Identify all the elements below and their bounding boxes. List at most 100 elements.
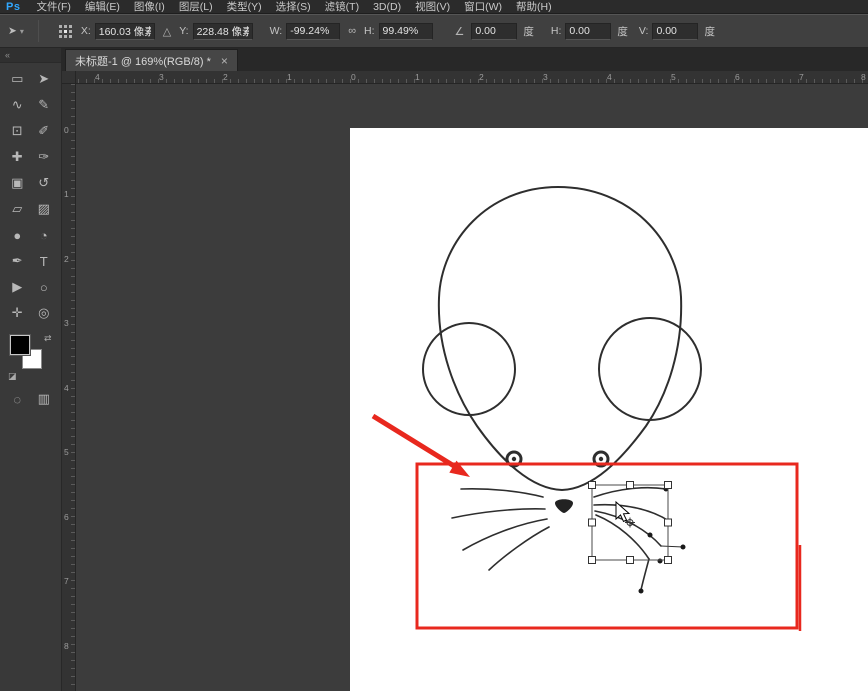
horizontal-ruler[interactable]: 4321012345678	[62, 71, 868, 84]
vertical-skew-input[interactable]	[652, 23, 698, 40]
x-position-input[interactable]	[95, 23, 155, 40]
history-brush-tool[interactable]: ↺	[31, 170, 58, 196]
x-position-group: X:	[81, 23, 155, 40]
rectangular-marquee-tool[interactable]: ▭	[4, 66, 31, 92]
h-ruler-label: 3	[543, 72, 548, 82]
transform-handle-w[interactable]	[589, 519, 596, 526]
document-tab-title: 未标题-1 @ 169%(RGB/8) *	[75, 53, 211, 69]
y-position-input[interactable]	[193, 23, 253, 40]
path-selection-tool[interactable]: ▶	[4, 274, 31, 300]
move-tool[interactable]: ➤	[31, 66, 58, 92]
v-ruler-label: 4	[64, 383, 69, 393]
h-ruler-label: 2	[479, 72, 484, 82]
tool-preset-picker[interactable]: ➤ ▾	[0, 25, 32, 37]
eyedropper-tool[interactable]: ✐	[31, 118, 58, 144]
relative-position-delta-icon[interactable]: △	[160, 25, 174, 38]
hand-tool[interactable]: ✛	[4, 300, 31, 326]
swap-colors-icon[interactable]: ⇄	[44, 333, 52, 344]
transform-handle-n[interactable]	[627, 482, 634, 489]
menu-item-9[interactable]: 视图(V)	[408, 0, 457, 14]
blur-tool[interactable]: ●	[4, 222, 31, 248]
h-ruler-label: 5	[671, 72, 676, 82]
horizontal-type-tool[interactable]: T	[31, 248, 58, 274]
dodge-tool[interactable]: ◔	[31, 222, 58, 248]
horizontal-skew-input[interactable]	[565, 23, 611, 40]
toolbox-collapse-chevron[interactable]: «	[0, 48, 61, 63]
menu-item-6[interactable]: 选择(S)	[269, 0, 318, 14]
h-ruler-label: 4	[607, 72, 612, 82]
w-label: W:	[270, 25, 283, 37]
transform-handle-sw[interactable]	[589, 557, 596, 564]
crop-tool[interactable]: ⊡	[4, 118, 31, 144]
height-group: H:	[364, 23, 433, 40]
h-ruler-label: 4	[95, 72, 100, 82]
gradient-tool[interactable]: ▨	[31, 196, 58, 222]
toolbox-bottom: ◌▥	[0, 383, 61, 415]
rotation-unit-label: 度	[523, 24, 534, 39]
default-colors-icon[interactable]: ◪	[8, 371, 17, 382]
rotation-angle-input[interactable]	[471, 23, 517, 40]
spot-healing-brush-tool[interactable]: ✚	[4, 144, 31, 170]
menu-item-5[interactable]: 类型(Y)	[220, 0, 269, 14]
menu-item-1[interactable]: 文件(F)	[29, 0, 77, 14]
h-ruler-label: 7	[799, 72, 804, 82]
h-ruler-label: 1	[415, 72, 420, 82]
pen-tool[interactable]: ✒	[4, 248, 31, 274]
v-skew-label: V:	[639, 25, 649, 37]
v-skew-unit-label: 度	[704, 24, 715, 39]
menu-item-2[interactable]: 编辑(E)	[78, 0, 127, 14]
rotation-group: ∠ 度	[452, 23, 534, 40]
menu-item-3[interactable]: 图像(I)	[127, 0, 172, 14]
h-label: H:	[364, 25, 375, 37]
v-ruler-label: 3	[64, 318, 69, 328]
menu-item-11[interactable]: 帮助(H)	[509, 0, 559, 14]
canvas-viewport[interactable]	[0, 0, 868, 691]
separator	[38, 20, 39, 42]
y-label: Y:	[179, 25, 188, 37]
document-tab-bar: 未标题-1 @ 169%(RGB/8) * ×	[62, 48, 868, 71]
h-ruler-label: 3	[159, 72, 164, 82]
menu-item-10[interactable]: 窗口(W)	[457, 0, 509, 14]
color-swatches: ⇄ ◪	[8, 333, 61, 383]
menu-item-8[interactable]: 3D(D)	[366, 1, 408, 13]
quick-mask-mode-button[interactable]: ◌	[4, 386, 31, 412]
rotate-angle-icon: ∠	[452, 25, 468, 38]
h-skew-label: H:	[551, 25, 562, 37]
vertical-ruler[interactable]: 012345678	[62, 84, 76, 691]
transform-handle-s[interactable]	[627, 557, 634, 564]
current-tool-icon: ➤	[8, 25, 17, 37]
lasso-tool[interactable]: ∿	[4, 92, 31, 118]
zoom-tool[interactable]: ◎	[31, 300, 58, 326]
v-ruler-label: 5	[64, 447, 69, 457]
document-tab[interactable]: 未标题-1 @ 169%(RGB/8) * ×	[65, 49, 238, 71]
v-ruler-label: 0	[64, 125, 69, 135]
h-skew-unit-label: 度	[617, 24, 628, 39]
brush-tool[interactable]: ✑	[31, 144, 58, 170]
h-ruler-label: 1	[287, 72, 292, 82]
close-icon[interactable]: ×	[221, 55, 228, 67]
clone-stamp-tool[interactable]: ▣	[4, 170, 31, 196]
h-ruler-label: 2	[223, 72, 228, 82]
screen-mode-button[interactable]: ▥	[31, 386, 58, 412]
eraser-tool[interactable]: ▱	[4, 196, 31, 222]
transform-handle-e[interactable]	[665, 519, 672, 526]
transform-handle-ne[interactable]	[665, 482, 672, 489]
y-position-group: Y:	[179, 23, 252, 40]
foreground-color-swatch[interactable]	[10, 335, 30, 355]
document-canvas[interactable]	[350, 128, 868, 691]
quick-selection-tool[interactable]: ✎	[31, 92, 58, 118]
ellipse-tool[interactable]: ○	[31, 274, 58, 300]
menu-items: 文件(F)编辑(E)图像(I)图层(L)类型(Y)选择(S)滤镜(T)3D(D)…	[29, 0, 558, 14]
reference-point-locator-icon[interactable]	[59, 25, 72, 38]
menu-item-4[interactable]: 图层(L)	[172, 0, 220, 14]
menu-item-7[interactable]: 滤镜(T)	[318, 0, 366, 14]
height-scale-input[interactable]	[379, 23, 433, 40]
transform-handle-se[interactable]	[665, 557, 672, 564]
h-ruler-label: 0	[351, 72, 356, 82]
width-scale-input[interactable]	[286, 23, 340, 40]
ruler-origin-corner[interactable]	[62, 71, 76, 84]
link-dimensions-icon[interactable]: ∞	[345, 25, 359, 37]
menu-bar: Ps 文件(F)编辑(E)图像(I)图层(L)类型(Y)选择(S)滤镜(T)3D…	[0, 0, 868, 14]
transform-handle-nw[interactable]	[589, 482, 596, 489]
x-label: X:	[81, 25, 91, 37]
